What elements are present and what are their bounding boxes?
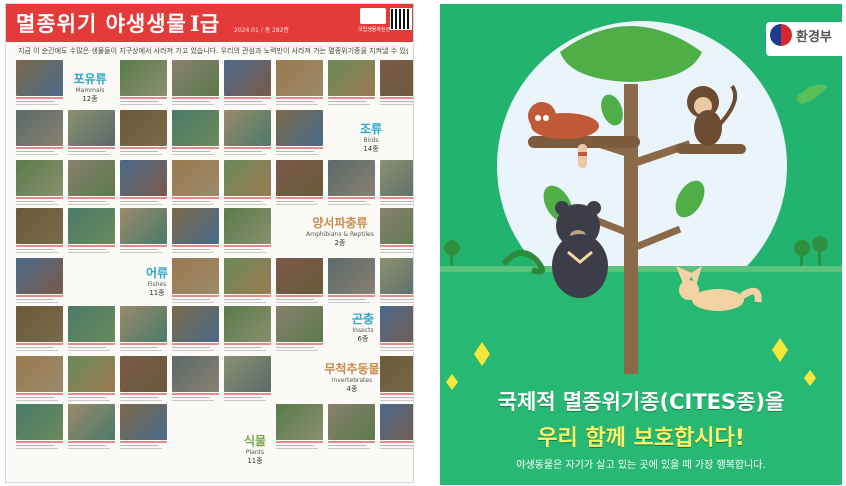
species-photo xyxy=(328,160,375,207)
species-photo xyxy=(224,306,271,353)
species-photo xyxy=(224,356,271,403)
monkey-icon xyxy=(687,84,737,146)
species-photo xyxy=(16,160,63,207)
group-label-fishes: 어류 Fishes 11종 xyxy=(145,266,169,297)
species-photo xyxy=(16,60,63,107)
species-photo xyxy=(68,208,115,255)
species-photo xyxy=(120,110,167,157)
species-photo xyxy=(120,60,167,107)
snake-icon xyxy=(501,250,545,275)
species-photo xyxy=(276,60,323,107)
species-photo xyxy=(120,306,167,353)
species-photo xyxy=(68,110,115,157)
species-photo xyxy=(16,258,63,305)
campaign-subtext: 야생동물은 자기가 살고 있는 곳에 있을 때 가장 행복합니다. xyxy=(516,460,766,471)
species-photo xyxy=(120,356,167,403)
species-photo xyxy=(276,258,323,305)
group-label-amphibians: 양서파충류 Amphibians & Reptiles 2종 xyxy=(306,216,374,247)
group-label-invertebrates: 무척추동물 Invertebrates 4종 xyxy=(324,362,380,393)
government-logo-icon xyxy=(770,24,792,46)
species-photo xyxy=(16,306,63,353)
cites-campaign-illustration: 환경부 국제적 멸종위기종(CITES종)을 우리 함께 보호합시다! 야생동물… xyxy=(440,4,842,485)
species-photo xyxy=(120,404,167,451)
poster-org: 국립생물자원관 xyxy=(358,27,391,33)
species-photo xyxy=(16,110,63,157)
group-label-mammals: 포유류 Mammals 12종 xyxy=(73,72,107,103)
species-photo xyxy=(380,60,413,107)
species-photo xyxy=(172,160,219,207)
headline-line-2: 우리 함께 보호합시다! xyxy=(537,426,745,451)
species-photo xyxy=(328,258,375,305)
species-photo xyxy=(276,306,323,353)
tree-icon xyxy=(528,26,746,374)
endangered-species-poster: 멸종위기 야생생물 I급 2024.01 / 총 282종 국립생물자원관 지금… xyxy=(5,3,414,483)
species-photo xyxy=(16,208,63,255)
species-photo xyxy=(224,60,271,107)
species-photo xyxy=(328,60,375,107)
red-panda-icon xyxy=(528,102,599,168)
species-photo xyxy=(172,60,219,107)
species-photo xyxy=(276,160,323,207)
species-photo xyxy=(16,356,63,403)
species-photo xyxy=(172,356,219,403)
species-photo xyxy=(172,110,219,157)
group-label-plants: 식물 Plants 11종 xyxy=(243,434,267,465)
headline-line-1: 국제적 멸종위기종(CITES종)을 xyxy=(497,390,785,414)
species-photo xyxy=(224,110,271,157)
species-photo xyxy=(224,258,271,305)
species-photo xyxy=(328,404,375,451)
species-photo xyxy=(68,160,115,207)
species-photo xyxy=(380,160,413,207)
group-label-birds: 조류 Birds 14종 xyxy=(359,122,383,153)
fennec-fox-icon xyxy=(676,266,762,311)
species-photo xyxy=(172,208,219,255)
species-photo xyxy=(120,160,167,207)
poster-intro: 지금 이 순간에도 수많은 생물들이 지구상에서 사라져 가고 있습니다. 우리… xyxy=(18,47,408,55)
poster-date-note: 2024.01 / 총 282종 xyxy=(234,27,290,34)
bird-icon xyxy=(796,84,828,104)
species-photo xyxy=(120,208,167,255)
species-photo xyxy=(68,356,115,403)
ministry-name: 환경부 xyxy=(796,30,832,45)
poster-grade: I급 xyxy=(190,11,220,36)
species-photo xyxy=(16,404,63,451)
species-photo xyxy=(276,110,323,157)
poster-header: 멸종위기 야생생물 I급 2024.01 / 총 282종 국립생물자원관 xyxy=(6,4,413,42)
species-photo xyxy=(276,404,323,451)
qr-code-icon xyxy=(390,8,412,30)
species-photo xyxy=(172,306,219,353)
poster-title: 멸종위기 야생생물 xyxy=(16,12,187,36)
species-photo xyxy=(224,160,271,207)
species-photo xyxy=(380,404,413,451)
species-photo xyxy=(68,306,115,353)
species-photo xyxy=(68,404,115,451)
species-photo xyxy=(224,208,271,255)
species-photo xyxy=(380,258,413,305)
sun-bear-icon xyxy=(552,201,608,298)
government-logo-icon xyxy=(360,8,386,24)
group-label-insects: 곤충 Insects 6종 xyxy=(351,312,375,343)
